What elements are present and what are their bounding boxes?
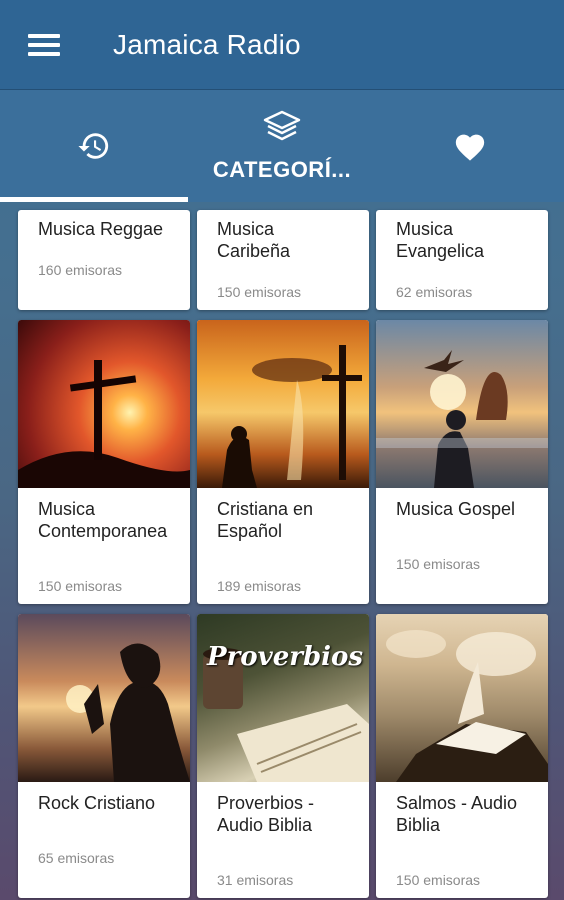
category-title: Musica Contemporanea	[38, 499, 168, 541]
category-image	[197, 320, 369, 488]
tab-history[interactable]	[0, 90, 188, 202]
app-bar: Jamaica Radio	[0, 0, 564, 90]
category-count: 150 emisoras	[217, 284, 302, 300]
category-card[interactable]: Salmos - Audio Biblia 150 emisoras	[376, 614, 548, 898]
category-title: Musica Caribeña	[217, 219, 291, 261]
category-card[interactable]: Musica Caribeña 150 emisoras	[197, 210, 369, 310]
category-count: 31 emisoras	[217, 872, 294, 888]
category-card[interactable]: Musica Reggae 160 emisoras	[18, 210, 190, 310]
category-card[interactable]: Rock Cristiano 65 emisoras	[18, 614, 190, 898]
category-title: Salmos - Audio Biblia	[396, 793, 518, 835]
category-title: Cristiana en Español	[217, 499, 314, 541]
category-image	[376, 614, 548, 782]
history-icon	[78, 133, 109, 159]
category-count: 150 emisoras	[396, 556, 481, 572]
app-title: Jamaica Radio	[113, 28, 301, 60]
category-title: Musica Gospel	[396, 499, 516, 519]
hamburger-icon	[28, 33, 60, 56]
heart-icon	[455, 134, 485, 161]
category-image	[18, 614, 190, 782]
category-image	[376, 320, 548, 488]
category-card[interactable]: Musica Contemporanea 150 emisoras	[18, 320, 190, 604]
category-card[interactable]: Proverbios Proverbios - Audio Biblia 31 …	[197, 614, 369, 898]
category-image: Proverbios	[197, 614, 369, 782]
category-count: 62 emisoras	[396, 284, 473, 300]
category-count: 189 emisoras	[217, 578, 302, 594]
menu-button[interactable]	[0, 0, 88, 90]
category-title: Rock Cristiano	[38, 793, 156, 813]
category-count: 160 emisoras	[38, 262, 123, 278]
category-count: 150 emisoras	[396, 872, 481, 888]
category-count: 150 emisoras	[38, 578, 123, 594]
tab-bar: CATEGORÍ...	[0, 90, 564, 202]
category-card[interactable]: Cristiana en Español 189 emisoras	[197, 320, 369, 604]
tab-favorites[interactable]	[376, 90, 564, 202]
category-card[interactable]: Musica Evangelica 62 emisoras	[376, 210, 548, 310]
category-count: 65 emisoras	[38, 850, 115, 866]
category-title: Musica Reggae	[38, 219, 164, 239]
category-grid: Musica Reggae 160 emisoras Musica Caribe…	[18, 210, 548, 898]
category-title: Musica Evangelica	[396, 219, 485, 261]
tab-categories-label: CATEGORÍ...	[212, 157, 352, 182]
layers-icon	[263, 110, 301, 141]
category-card[interactable]: Musica Gospel 150 emisoras	[376, 320, 548, 604]
category-image	[18, 320, 190, 488]
category-image-caption: Proverbios	[207, 642, 363, 672]
category-title: Proverbios - Audio Biblia	[217, 793, 315, 835]
tab-active-indicator	[0, 197, 188, 202]
tab-categories[interactable]: CATEGORÍ...	[188, 90, 376, 202]
